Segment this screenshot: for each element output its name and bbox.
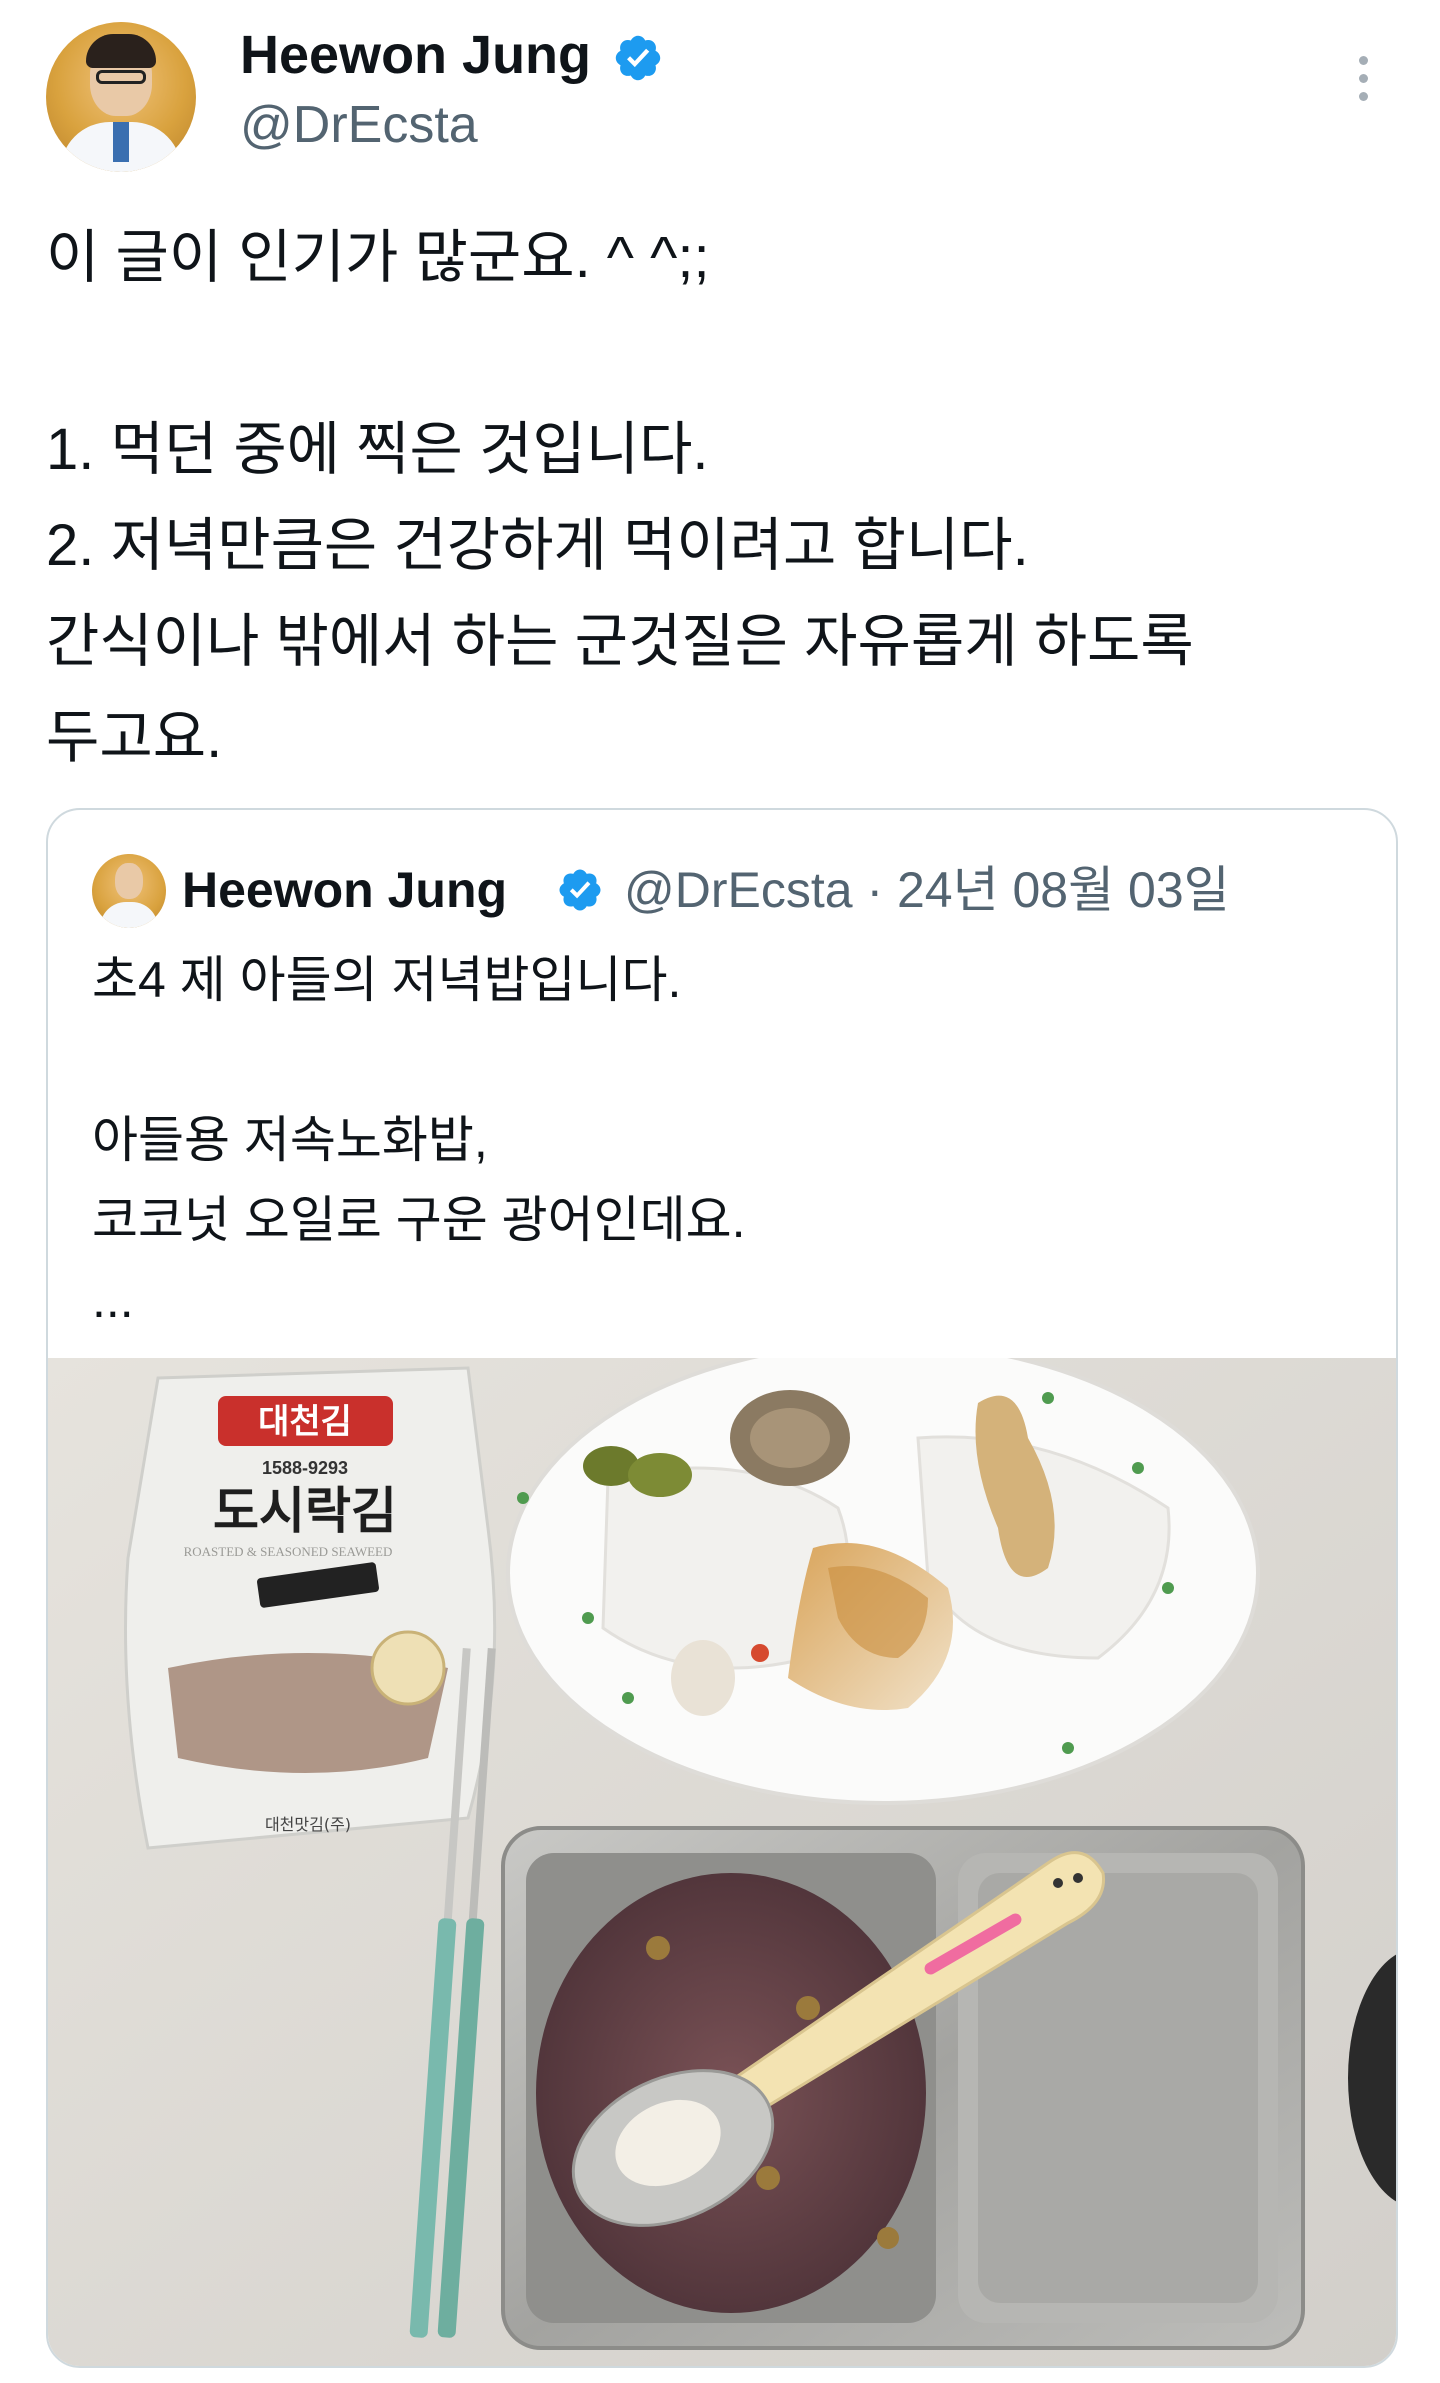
tweet-line: 1. 먹던 중에 찍은 것입니다.: [46, 417, 709, 482]
tweet-line: 2. 저녁만큼은 건강하게 먹이려고 합니다.: [46, 513, 1029, 578]
package-subtitle: ROASTED & SEASONED SEAWEED: [184, 1544, 393, 1559]
tweet-line: 간식이나 밖에서 하는 군것질은 자유롭게 하도록: [46, 609, 1194, 674]
quoted-line: ...: [92, 1272, 134, 1328]
quoted-line: 코코넛 오일로 구운 광어인데요.: [92, 1192, 746, 1248]
quoted-author-name: Heewon Jung: [182, 862, 508, 918]
verified-badge-icon: [615, 35, 661, 81]
quoted-line: [92, 1020, 1352, 1100]
quoted-author-avatar: [92, 854, 166, 928]
tweet-text: 이 글이 인기가 많군요. ^ ^;; 1. 먹던 중에 찍은 것입니다. 2.…: [46, 210, 1386, 786]
quoted-line: 아들용 저속노화밥,: [92, 1112, 488, 1168]
tweet-line: 이 글이 인기가 많군요. ^ ^;;: [46, 225, 710, 290]
author-name[interactable]: Heewon Jung: [240, 20, 591, 90]
tweet-line: [46, 306, 1386, 402]
package-product: 도시락김: [213, 1482, 397, 1540]
package-brand: 대천김: [258, 1402, 352, 1442]
quoted-tweet-card[interactable]: Heewon Jung @DrEcsta · 24년 08월 03일 초4 제 …: [46, 808, 1398, 2368]
tweet-line: 두고요.: [46, 705, 223, 770]
more-options-icon[interactable]: [1356, 56, 1370, 112]
quoted-handle-date: @DrEcsta · 24년 08월 03일: [624, 862, 1230, 918]
dinner-photo[interactable]: 대천김 1588-9293 도시락김 ROASTED & SEASONED SE…: [48, 1358, 1396, 2368]
verified-badge-icon: [559, 869, 601, 911]
seaweed-package: 대천김 1588-9293 도시락김 ROASTED & SEASONED SE…: [124, 1366, 497, 1850]
lunch-box: [501, 1826, 1305, 2350]
quoted-line: 초4 제 아들의 저녁밥입니다.: [92, 952, 682, 1008]
package-maker: 대천맛김(주): [265, 1815, 351, 1834]
author-handle[interactable]: @DrEcsta: [240, 90, 478, 160]
package-phone: 1588-9293: [262, 1458, 348, 1478]
author-avatar[interactable]: [46, 22, 196, 172]
quoted-tweet-text: 초4 제 아들의 저녁밥입니다. 아들용 저속노화밥, 코코넛 오일로 구운 광…: [92, 940, 1352, 1340]
